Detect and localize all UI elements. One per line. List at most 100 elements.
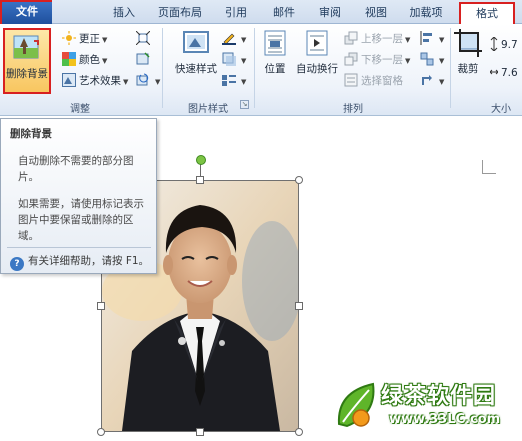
remove-background-button[interactable]: 删除背景: [3, 28, 51, 94]
change-picture-button[interactable]: [136, 51, 153, 69]
change-picture-icon: [136, 52, 150, 66]
tooltip-line: 片。: [18, 171, 39, 183]
dropdown-arrow-icon: ▼: [102, 36, 108, 44]
reset-picture-button[interactable]: ▼: [136, 72, 160, 90]
tab-insert[interactable]: 插入: [108, 3, 140, 23]
sun-icon: [62, 31, 76, 45]
selection-pane-icon: [344, 73, 358, 87]
picture-effects-button[interactable]: ▼: [222, 51, 246, 69]
help-icon: ?: [10, 257, 24, 271]
ribbon-tab-bar: 文件 插入 页面布局 引用 邮件 审阅 视图 加载项 格式: [0, 0, 522, 26]
compress-icon: [135, 30, 151, 46]
quick-styles-icon: [181, 28, 211, 58]
tab-references[interactable]: 引用: [220, 3, 252, 23]
color-label: 颜色: [79, 54, 100, 66]
tab-page-layout[interactable]: 页面布局: [152, 3, 208, 23]
position-button[interactable]: 位置: [258, 28, 292, 94]
page-margin-mark: [482, 160, 496, 174]
bring-forward-label: 上移一层: [361, 33, 403, 45]
dropdown-arrow-icon: ▼: [439, 78, 445, 86]
tooltip-line: 域。: [18, 230, 39, 242]
tab-addins[interactable]: 加载项: [404, 3, 448, 23]
tooltip-title: 删除背景: [10, 128, 52, 140]
height-icon: [490, 36, 498, 52]
dropdown-arrow-icon: ▼: [241, 57, 247, 65]
tab-file[interactable]: 文件: [0, 0, 52, 24]
send-backward-icon: [344, 52, 358, 66]
artistic-effects-icon: [62, 73, 76, 87]
compress-pictures-button[interactable]: [135, 30, 153, 48]
tooltip-line: 图片中要保留或删除的区: [18, 214, 134, 226]
wrap-text-label: 自动换行: [296, 63, 338, 75]
color-button[interactable]: 颜色 ▼: [62, 51, 107, 69]
dialog-launcher-icon[interactable]: ↘: [240, 100, 249, 109]
bring-forward-icon: [344, 31, 358, 45]
selection-pane-button[interactable]: 选择窗格: [344, 72, 403, 90]
dropdown-arrow-icon: ▼: [155, 78, 161, 86]
resize-handle-top[interactable]: [196, 176, 204, 184]
tab-format[interactable]: 格式: [459, 2, 515, 26]
height-value: 9.7: [501, 39, 518, 51]
rotation-handle[interactable]: [196, 155, 206, 165]
resize-handle-right[interactable]: [295, 302, 303, 310]
remove-background-label: 删除背景: [6, 68, 48, 80]
dropdown-arrow-icon: ▼: [439, 36, 445, 44]
tooltip-line: 如果需要，请使用标记表示: [18, 198, 144, 210]
group-objects-button[interactable]: ▼: [420, 51, 444, 69]
artistic-effects-button[interactable]: 艺术效果 ▼: [62, 72, 128, 90]
width-value: 7.6: [501, 67, 518, 79]
tab-mailings[interactable]: 邮件: [268, 3, 300, 23]
selection-pane-label: 选择窗格: [361, 75, 403, 87]
corrections-label: 更正: [79, 33, 100, 45]
position-icon: [260, 28, 290, 58]
rotate-button[interactable]: ▼: [420, 72, 444, 90]
group-label-arrange: 排列: [343, 104, 363, 115]
rotate-icon: [420, 73, 434, 87]
corrections-button[interactable]: 更正 ▼: [62, 30, 107, 48]
align-button[interactable]: ▼: [420, 30, 444, 48]
watermark-url: www.33LC.com: [389, 412, 501, 427]
color-palette-icon: [62, 52, 76, 66]
resize-handle-bottom-left[interactable]: [97, 428, 105, 436]
wrap-text-icon: [302, 28, 332, 58]
dropdown-arrow-icon: ▼: [241, 36, 247, 44]
group-label-adjust: 调整: [70, 104, 90, 115]
tab-review[interactable]: 审阅: [314, 3, 346, 23]
remove-background-tooltip: 删除背景 自动删除不需要的部分图 片。 如果需要，请使用标记表示 图片中要保留或…: [0, 118, 157, 274]
quick-styles-button[interactable]: 快速样式: [168, 28, 224, 94]
tab-view[interactable]: 视图: [360, 3, 392, 23]
crop-label: 裁剪: [457, 63, 479, 75]
remove-background-icon: [12, 33, 42, 63]
resize-handle-left[interactable]: [97, 302, 105, 310]
resize-handle-bottom[interactable]: [196, 428, 204, 436]
dropdown-arrow-icon: ▼: [102, 57, 108, 65]
width-field[interactable]: 7.6: [489, 64, 518, 82]
bring-forward-button[interactable]: 上移一层 ▼: [344, 30, 410, 48]
group-divider: [450, 28, 451, 108]
picture-border-button[interactable]: ▼: [222, 30, 246, 48]
group-divider: [162, 28, 163, 108]
height-field[interactable]: 9.7: [490, 36, 518, 54]
wrap-text-button[interactable]: 自动换行: [294, 28, 340, 94]
watermark-brand: 绿茶软件园: [381, 384, 497, 409]
leaf-logo-icon: [337, 382, 375, 428]
ribbon-format: 删除背景 更正 ▼ 颜色 ▼ 艺术效果 ▼ ▼ 调整 快速样式 ▼ ▼ ▼ 图片…: [0, 24, 522, 116]
quick-styles-label: 快速样式: [175, 63, 217, 75]
resize-handle-top-right[interactable]: [295, 176, 303, 184]
dropdown-arrow-icon: ▼: [123, 78, 129, 86]
tooltip-help-text: 有关详细帮助，请按 F1。: [28, 255, 150, 267]
crop-button[interactable]: 裁剪: [452, 28, 484, 94]
picture-layout-icon: [222, 73, 236, 87]
artistic-effects-label: 艺术效果: [79, 75, 121, 87]
picture-border-icon: [222, 31, 236, 45]
dropdown-arrow-icon: ▼: [405, 36, 411, 44]
dropdown-arrow-icon: ▼: [241, 78, 247, 86]
resize-handle-bottom-right[interactable]: [295, 428, 303, 436]
tooltip-line: 自动删除不需要的部分图: [18, 155, 134, 167]
picture-layout-button[interactable]: ▼: [222, 72, 246, 90]
width-icon: [489, 65, 499, 79]
tooltip-help: ? 有关详细帮助，请按 F1。: [10, 253, 149, 271]
send-backward-button[interactable]: 下移一层 ▼: [344, 51, 410, 69]
group-label-size: 大小: [491, 104, 511, 115]
position-label: 位置: [264, 63, 286, 75]
